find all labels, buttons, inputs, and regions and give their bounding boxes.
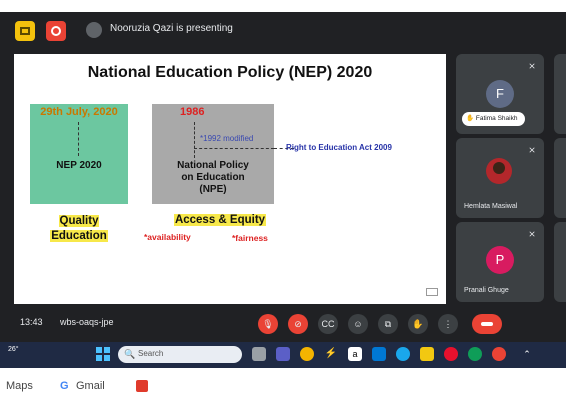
quality-word: Quality: [58, 215, 100, 227]
mic-off-icon[interactable]: 🎙: [258, 314, 278, 334]
access-equity-text: Access & Equity: [173, 214, 267, 226]
npe-label-line: on Education: [181, 172, 245, 183]
search-placeholder: Search: [138, 349, 164, 358]
mic-off-icon: ⨯: [528, 229, 536, 239]
more-icon[interactable]: ⋮: [438, 314, 458, 334]
meeting-time: 13:43: [20, 317, 43, 327]
top-bar: Nooruzia Qazi is presenting: [0, 12, 566, 48]
participant-tile-partial[interactable]: [554, 222, 566, 302]
bookmark-gmail[interactable]: Gmail: [76, 380, 105, 392]
opera-icon[interactable]: [444, 347, 458, 361]
notes-icon[interactable]: [15, 21, 35, 41]
npe-label-line: National Policy: [177, 160, 249, 171]
npe-label-line: (NPE): [199, 184, 227, 195]
meeting-controls-bar: 13:43 wbs-oaqs-jpe 🎙 ⊘ CC ☺ ⧉ ✋ ⋮: [0, 306, 566, 342]
nep-label: NEP 2020: [56, 160, 102, 171]
file-explorer-icon[interactable]: [420, 347, 434, 361]
meeting-code: wbs-oaqs-jpe: [60, 317, 114, 327]
start-icon[interactable]: [96, 347, 110, 361]
mail-icon[interactable]: [372, 347, 386, 361]
app-icon[interactable]: [492, 347, 506, 361]
fairness-note: *fairness: [232, 233, 268, 243]
participant-tile[interactable]: ⨯ F ✋ Fatima Shaikh: [456, 54, 544, 134]
present-icon[interactable]: ⧉: [378, 314, 398, 334]
access-equity-label: Access & Equity: [160, 214, 280, 226]
taskbar-search[interactable]: 🔍 Search: [118, 346, 242, 363]
emoji-icon[interactable]: ☺: [348, 314, 368, 334]
participant-tile-partial[interactable]: [554, 54, 566, 134]
presenting-label: Nooruzia Qazi is presenting: [110, 23, 233, 34]
chrome-icon[interactable]: [300, 347, 314, 361]
participant-name-text: Fatima Shaikh: [475, 115, 518, 122]
nep-date: 29th July, 2020: [40, 106, 118, 118]
amazon-icon[interactable]: a: [348, 347, 362, 361]
participant-name: ✋ Fatima Shaikh: [462, 112, 526, 126]
edge-icon[interactable]: [396, 347, 410, 361]
chevron-up-icon[interactable]: ⌃: [520, 347, 534, 361]
camera-off-icon[interactable]: ⊘: [288, 314, 308, 334]
participant-tile[interactable]: ⨯ Hemlata Masiwal: [456, 138, 544, 218]
participant-name: Hemlata Masiwal: [464, 203, 518, 210]
google-icon: G: [60, 380, 69, 392]
npe-modified-note: *1992 modified: [200, 134, 254, 143]
npe-box: 1986 *1992 modified National Policy on E…: [152, 104, 274, 204]
avatar: F: [486, 80, 514, 108]
participant-name: Pranali Ghuge: [464, 287, 509, 294]
mic-off-icon: ⨯: [528, 61, 536, 71]
raise-hand-icon[interactable]: ✋: [408, 314, 428, 334]
record-icon[interactable]: [46, 21, 66, 41]
quality-education-label: Quality Education: [32, 214, 126, 244]
weather-widget[interactable]: 26°: [8, 346, 19, 353]
meet-window: Nooruzia Qazi is presenting National Edu…: [0, 12, 566, 342]
dashed-connector: [194, 122, 195, 158]
teams-icon[interactable]: [276, 347, 290, 361]
npe-label: National Policy on Education (NPE): [152, 160, 274, 196]
search-icon: 🔍: [124, 349, 136, 359]
avatar: P: [486, 246, 514, 274]
participant-tile[interactable]: ⨯ P Pranali Ghuge: [456, 222, 544, 302]
mic-off-icon: ⨯: [528, 145, 536, 155]
education-word: Education: [50, 230, 108, 242]
shared-slide: National Education Policy (NEP) 2020 29t…: [14, 54, 446, 304]
task-view-icon[interactable]: [252, 347, 266, 361]
captions-icon[interactable]: CC: [318, 314, 338, 334]
bookmark-maps[interactable]: Maps: [6, 380, 33, 392]
npe-year: 1986: [180, 106, 205, 118]
end-call-button[interactable]: [472, 314, 502, 334]
avatar: [486, 158, 512, 184]
rte-label: Right to Education Act 2009: [286, 143, 392, 152]
bookmarks-bar: Maps G Gmail: [0, 370, 566, 403]
chrome-active-icon[interactable]: [468, 347, 482, 361]
slide-thumbnail-icon: [426, 288, 438, 296]
bookmark-icon[interactable]: [136, 380, 148, 392]
presenter-avatar: [86, 22, 102, 38]
windows-taskbar: 26° 🔍 Search ⚡ a ⌃: [0, 342, 566, 368]
participant-tile-partial[interactable]: [554, 138, 566, 218]
slide-title: National Education Policy (NEP) 2020: [87, 64, 373, 81]
app-icon[interactable]: ⚡: [324, 347, 338, 361]
nep-box: 29th July, 2020 NEP 2020: [30, 104, 128, 204]
dashed-connector: [78, 122, 79, 156]
availability-note: *availability: [144, 232, 191, 242]
dashed-connector: [194, 148, 274, 149]
